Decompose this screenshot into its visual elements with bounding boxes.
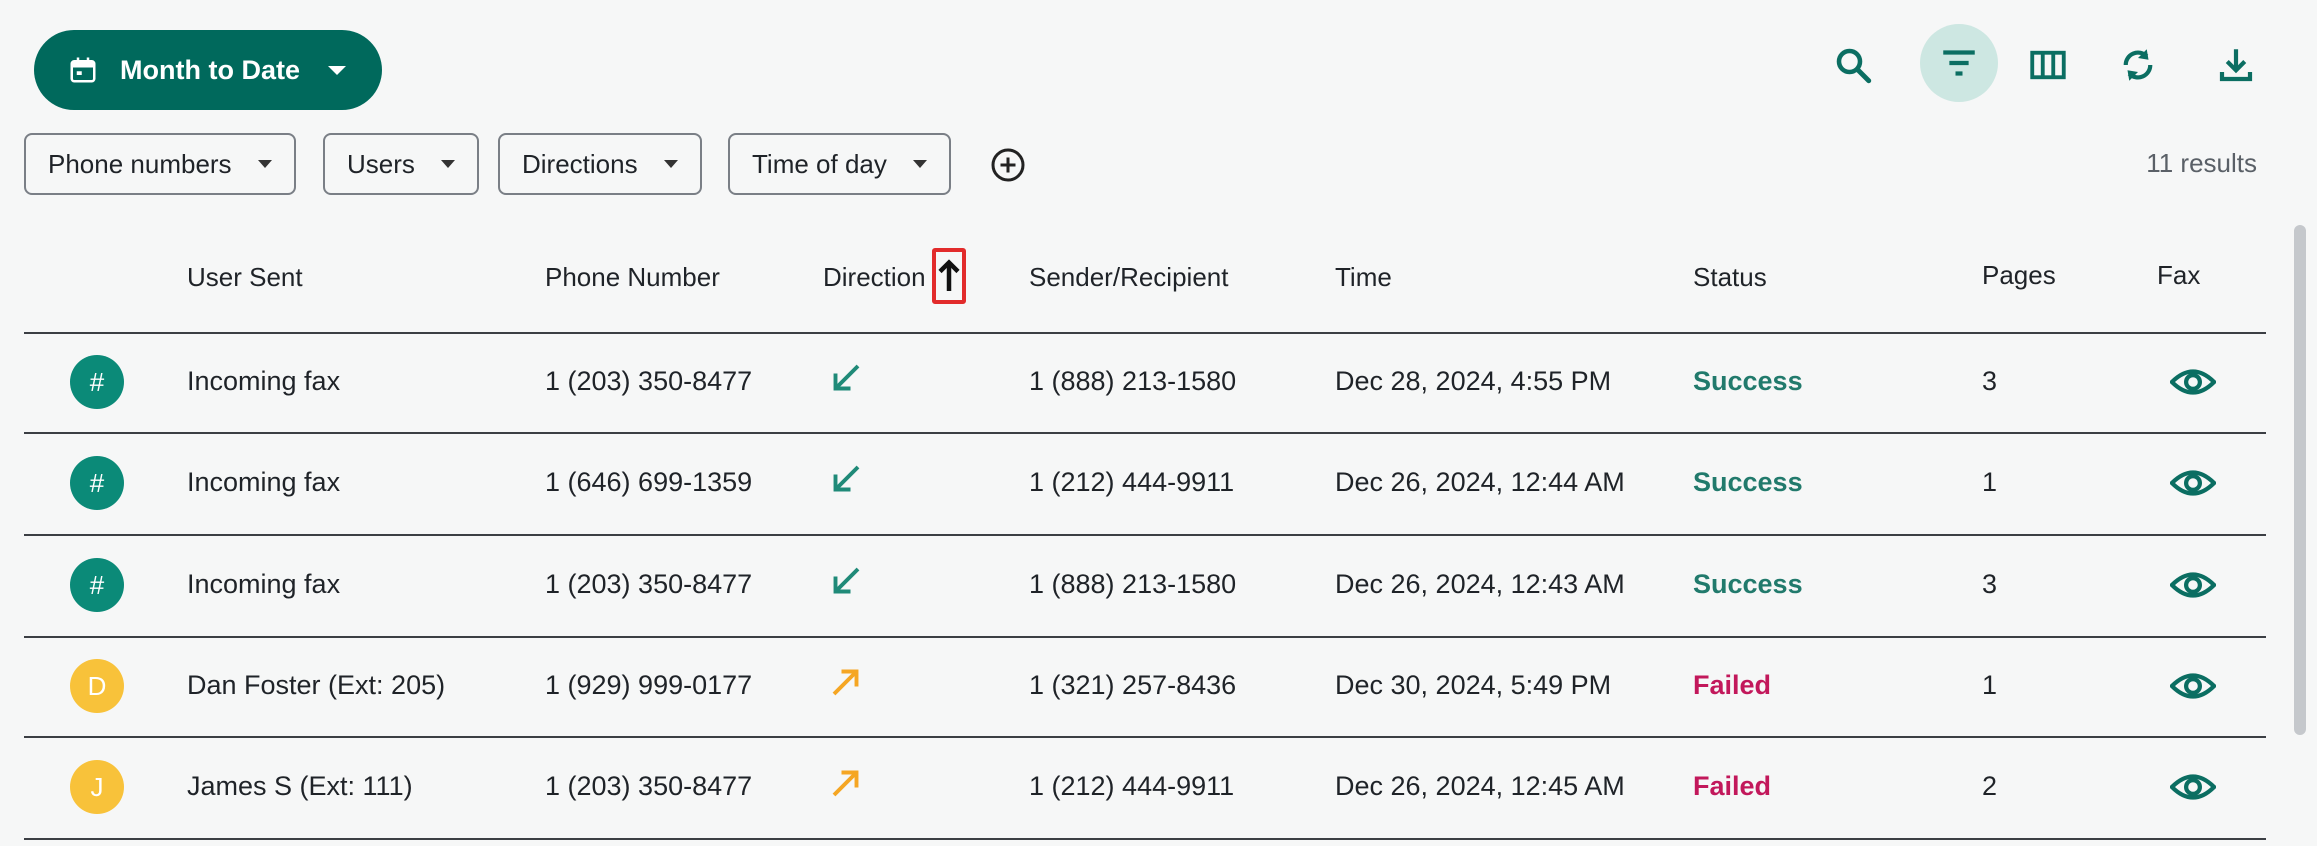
avatar: # — [70, 456, 124, 510]
eye-icon[interactable] — [2170, 467, 2216, 499]
date-range-button[interactable]: Month to Date — [34, 30, 382, 110]
arrow-up-right-icon — [832, 770, 859, 797]
cell-sender-recipient: 1 (321) 257-8436 — [1029, 670, 1237, 700]
sort-ascending-button[interactable] — [932, 248, 966, 304]
cell-user-sent: Incoming fax — [187, 569, 341, 599]
column-header-time[interactable]: Time — [1335, 262, 1392, 293]
eye-icon[interactable] — [2170, 771, 2216, 803]
chevron-down-icon — [440, 160, 455, 168]
column-header-status[interactable]: Status — [1693, 262, 1767, 293]
search-button[interactable] — [1816, 28, 1890, 102]
cell-status: Success — [1693, 569, 1803, 599]
avatar: D — [70, 659, 124, 713]
cell-status: Success — [1693, 467, 1803, 497]
refresh-icon — [2123, 49, 2153, 81]
arrow-down-left-icon — [833, 465, 860, 492]
download-icon — [2219, 49, 2253, 82]
column-header-phone-number[interactable]: Phone Number — [545, 262, 720, 293]
chip-label: Directions — [522, 148, 638, 179]
cell-time: Dec 26, 2024, 12:45 AM — [1335, 771, 1625, 801]
filter-chip-users[interactable]: Users — [323, 133, 479, 195]
cell-sender-recipient: 1 (212) 444-9911 — [1029, 467, 1235, 497]
chevron-down-icon — [912, 160, 927, 168]
filter-chip-phone-numbers[interactable]: Phone numbers — [24, 133, 296, 195]
chip-label: Time of day — [752, 148, 887, 179]
chip-label: Users — [347, 148, 415, 179]
cell-time: Dec 26, 2024, 12:44 AM — [1335, 467, 1625, 497]
cell-sender-recipient: 1 (888) 213-1580 — [1029, 569, 1237, 599]
vertical-scrollbar[interactable] — [2294, 225, 2306, 735]
arrow-up-right-icon — [832, 669, 859, 696]
column-header-user-sent[interactable]: User Sent — [187, 262, 303, 293]
avatar: J — [70, 760, 124, 814]
cell-phone-number: 1 (929) 999-0177 — [545, 670, 753, 700]
cell-pages: 1 — [1982, 670, 1998, 700]
add-filter-icon[interactable] — [990, 147, 1026, 183]
cell-sender-recipient: 1 (212) 444-9911 — [1029, 771, 1235, 801]
column-header-sender-recipient[interactable]: Sender/Recipient — [1029, 262, 1228, 293]
cell-sender-recipient: 1 (888) 213-1580 — [1029, 366, 1237, 396]
eye-icon[interactable] — [2170, 366, 2216, 398]
cell-pages: 3 — [1982, 366, 1998, 396]
cell-time: Dec 28, 2024, 4:55 PM — [1335, 366, 1612, 396]
filter-icon — [1943, 50, 1975, 76]
chevron-down-icon — [257, 160, 272, 168]
chip-label: Phone numbers — [48, 148, 232, 179]
cell-status: Failed — [1693, 771, 1772, 801]
chevron-down-icon — [327, 65, 346, 75]
search-icon — [1836, 48, 1872, 84]
avatar: # — [70, 355, 124, 409]
column-header-pages[interactable]: Pages — [1982, 260, 2056, 291]
cell-user-sent: James S (Ext: 111) — [187, 771, 413, 801]
filter-chip-time-of-day[interactable]: Time of day — [728, 133, 951, 195]
chevron-down-icon — [663, 160, 678, 168]
calendar-icon — [70, 57, 96, 83]
download-button[interactable] — [2199, 28, 2273, 102]
eye-icon[interactable] — [2170, 670, 2216, 702]
columns-icon — [2030, 50, 2066, 80]
cell-pages: 2 — [1982, 771, 1998, 801]
cell-phone-number: 1 (203) 350-8477 — [545, 771, 753, 801]
date-range-label: Month to Date — [120, 54, 300, 85]
arrow-down-left-icon — [833, 567, 860, 594]
cell-user-sent: Incoming fax — [187, 366, 341, 396]
arrow-up-icon — [938, 259, 960, 291]
cell-user-sent: Dan Foster (Ext: 205) — [187, 670, 446, 700]
cell-status: Failed — [1693, 670, 1772, 700]
cell-pages: 3 — [1982, 569, 1998, 599]
cell-phone-number: 1 (203) 350-8477 — [545, 366, 753, 396]
cell-time: Dec 26, 2024, 12:43 AM — [1335, 569, 1625, 599]
cell-time: Dec 30, 2024, 5:49 PM — [1335, 670, 1612, 700]
cell-phone-number: 1 (203) 350-8477 — [545, 569, 753, 599]
columns-button[interactable] — [2011, 28, 2085, 102]
arrow-down-left-icon — [833, 364, 860, 391]
cell-status: Success — [1693, 366, 1803, 396]
filter-chip-directions[interactable]: Directions — [498, 133, 702, 195]
cell-pages: 1 — [1982, 467, 1998, 497]
column-header-fax[interactable]: Fax — [2157, 260, 2200, 291]
column-header-direction[interactable]: Direction — [823, 262, 926, 293]
refresh-button[interactable] — [2101, 28, 2175, 102]
results-count: 11 results — [2146, 148, 2257, 178]
eye-icon[interactable] — [2170, 569, 2216, 601]
filter-button[interactable] — [1920, 24, 1998, 102]
cell-phone-number: 1 (646) 699-1359 — [545, 467, 753, 497]
avatar: # — [70, 558, 124, 612]
cell-user-sent: Incoming fax — [187, 467, 341, 497]
